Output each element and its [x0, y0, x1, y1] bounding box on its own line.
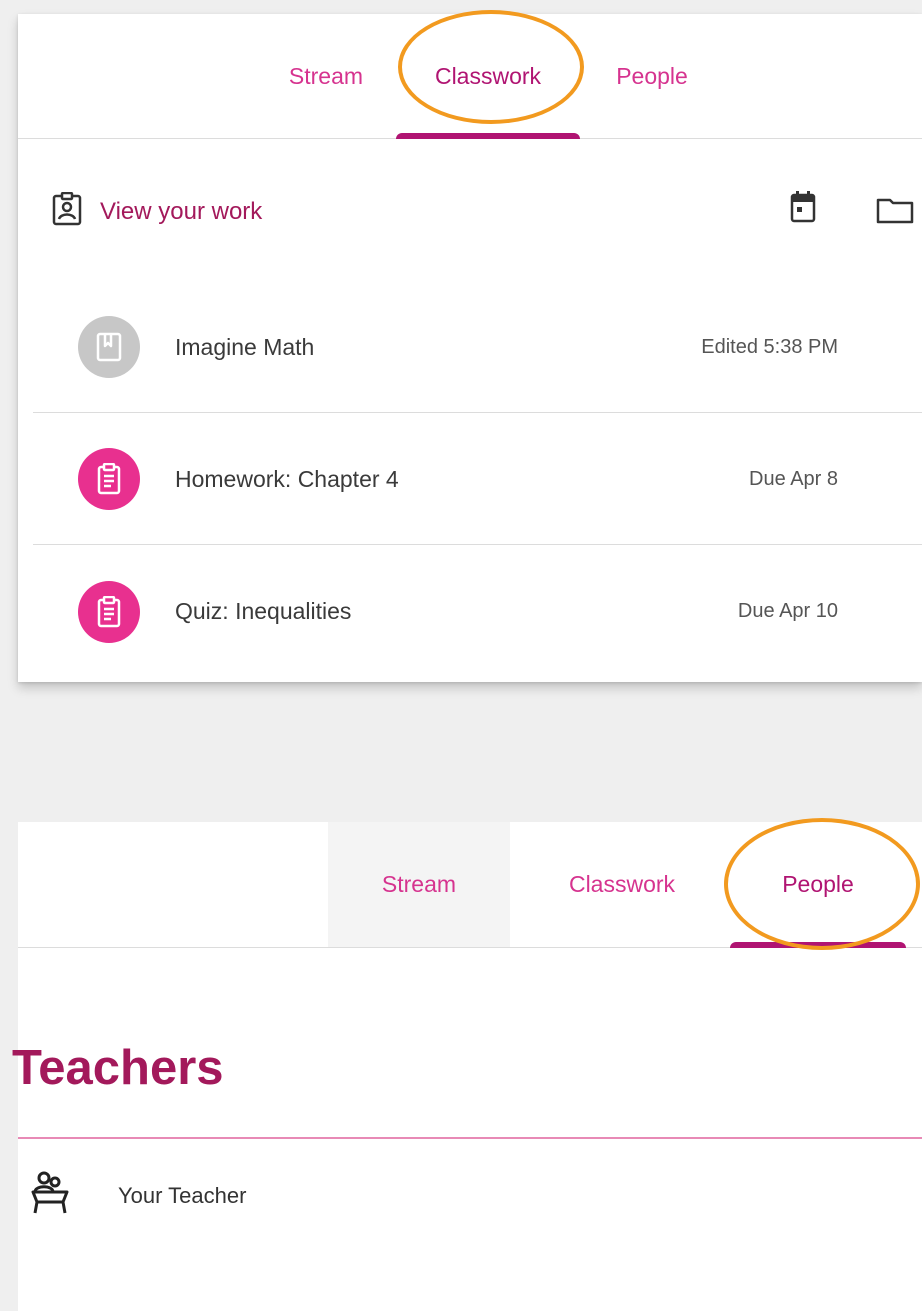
assignment-icon: [78, 448, 140, 510]
active-tab-indicator: [396, 133, 580, 139]
tab-bar: Stream Classwork People: [18, 14, 922, 139]
tab-bar: Stream Classwork People: [18, 822, 922, 948]
assignment-icon: [78, 580, 140, 643]
view-your-work-label: View your work: [100, 197, 263, 225]
classwork-item[interactable]: Quiz: Inequalities Due Apr 10: [33, 546, 922, 677]
tab-people[interactable]: People: [730, 822, 906, 948]
tab-stream[interactable]: Stream: [328, 822, 510, 947]
item-meta: Due Apr 10: [737, 600, 838, 622]
item-meta: Edited 5:38 PM: [701, 335, 838, 358]
section-divider: [18, 1137, 922, 1139]
material-icon: [78, 316, 140, 378]
classwork-item[interactable]: Imagine Math Edited 5:38 PM: [33, 282, 922, 413]
tab-people-label: People: [782, 871, 854, 897]
tab-people-label: People: [616, 62, 688, 89]
item-title: Quiz: Inequalities: [175, 598, 352, 624]
tab-classwork-label: Classwork: [434, 62, 542, 89]
tab-stream-label: Stream: [381, 871, 457, 897]
tab-stream-label: Stream: [288, 62, 364, 89]
tab-classwork[interactable]: Classwork: [530, 822, 714, 947]
teacher-list-item[interactable]: Your Teacher: [30, 1170, 246, 1221]
section-title-teachers: Teachers: [12, 1041, 224, 1095]
tab-classwork-label: Classwork: [568, 871, 676, 897]
item-title: Homework: Chapter 4: [175, 465, 399, 492]
tab-classwork[interactable]: Classwork: [396, 14, 580, 139]
teacher-name: Your Teacher: [118, 1182, 247, 1208]
tab-stream[interactable]: Stream: [266, 14, 386, 138]
assignment-ind-icon: [52, 191, 82, 231]
item-title: Imagine Math: [175, 333, 315, 360]
item-meta: Due Apr 8: [749, 467, 838, 490]
teacher-icon: [30, 1170, 70, 1221]
classwork-panel: Stream Classwork People View your work I…: [18, 14, 922, 682]
view-your-work-link[interactable]: View your work: [52, 191, 263, 231]
calendar-icon[interactable]: [790, 190, 816, 229]
classwork-item[interactable]: Homework: Chapter 4 Due Apr 8: [33, 414, 922, 545]
tab-people[interactable]: People: [590, 14, 714, 138]
active-tab-indicator: [730, 942, 906, 948]
folder-icon[interactable]: [876, 196, 914, 229]
